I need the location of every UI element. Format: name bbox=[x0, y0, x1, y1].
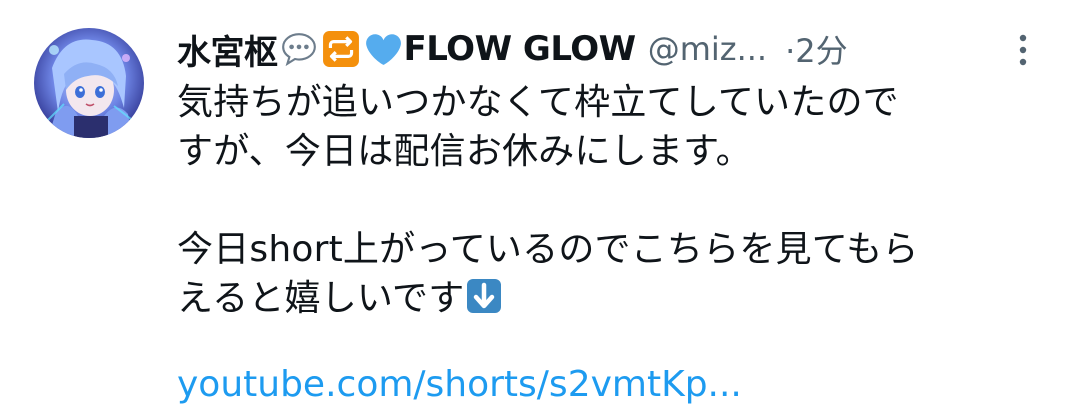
tweet-text: 気持ちが追いつかなくて枠立てしていたので すが、今日は配信お休みにします。 今日… bbox=[177, 78, 1057, 323]
down-arrow-icon bbox=[466, 278, 502, 314]
tweet-link[interactable]: youtube.com/shorts/s2vmtKp... bbox=[177, 360, 742, 409]
tweet-text-line: 今日short上がっているのでこちらを見てもら bbox=[177, 229, 919, 270]
speech-balloon-icon bbox=[280, 30, 318, 68]
more-vertical-icon bbox=[1019, 34, 1027, 66]
avatar[interactable] bbox=[34, 28, 144, 138]
tweet[interactable]: 水宮枢 FLOW GLOW @miz... ·2分 気持ちが追いつかなくて枠立て… bbox=[0, 0, 1080, 417]
tweet-text-line bbox=[177, 176, 1057, 225]
blue-heart-icon bbox=[364, 30, 402, 68]
avatar-image bbox=[34, 28, 144, 138]
tweet-header: 水宮枢 FLOW GLOW @miz... ·2分 bbox=[177, 24, 848, 74]
tweet-text-line: すが、今日は配信お休みにします。 bbox=[177, 131, 752, 172]
tweet-text-line: えると嬉しいです bbox=[177, 278, 465, 319]
more-button[interactable] bbox=[1003, 28, 1043, 72]
tweet-time[interactable]: ·2分 bbox=[785, 26, 848, 72]
display-name[interactable]: 水宮枢 bbox=[177, 25, 278, 74]
repeat-icon bbox=[322, 30, 360, 68]
author-handle[interactable]: @miz... bbox=[648, 30, 767, 68]
display-name-suffix[interactable]: FLOW GLOW bbox=[404, 29, 637, 69]
tweet-text-line: 気持ちが追いつかなくて枠立てしていたので bbox=[177, 82, 899, 123]
tweet-text-line-last: えると嬉しいです bbox=[177, 274, 1057, 323]
